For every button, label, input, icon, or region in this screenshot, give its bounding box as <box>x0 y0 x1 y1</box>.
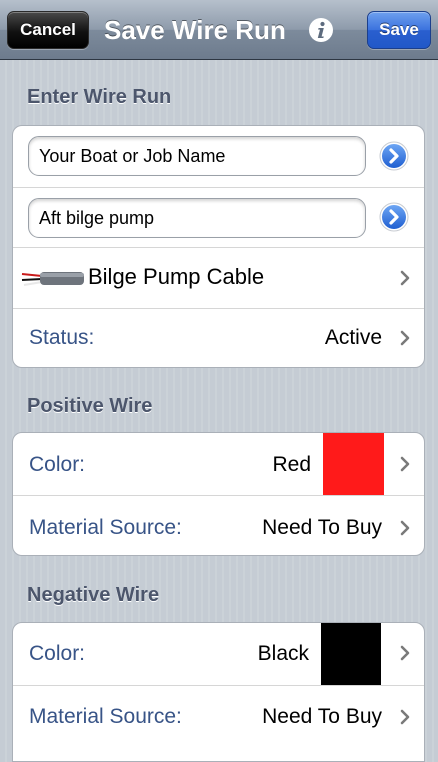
status-label: Status: <box>29 326 95 349</box>
run-name-field[interactable]: Aft bilge pump <box>28 198 366 238</box>
status-row[interactable]: Status: Active <box>13 308 424 367</box>
positive-color-row[interactable]: Color: Red <box>13 433 424 495</box>
positive-material-row[interactable]: Material Source: Need To Buy <box>13 495 424 555</box>
chevron-right-icon <box>400 330 410 346</box>
cable-icon <box>21 272 84 286</box>
positive-material-label: Material Source: <box>29 516 182 539</box>
negative-color-swatch <box>321 623 381 685</box>
section-header-negative-wire: Negative Wire <box>27 584 160 606</box>
positive-color-label: Color: <box>29 453 86 476</box>
navigation-bar: Cancel Save Wire Run Save <box>0 0 438 60</box>
negative-material-row[interactable]: Material Source: Need To Buy <box>13 685 424 747</box>
detail-disclosure-icon[interactable] <box>379 202 409 232</box>
page-title: Save Wire Run <box>104 15 286 45</box>
positive-color-swatch <box>323 433 384 495</box>
status-value: Active <box>324 326 382 349</box>
job-name-row: Your Boat or Job Name <box>13 126 424 187</box>
info-icon[interactable] <box>308 17 334 43</box>
cable-type-label: Bilge Pump Cable <box>88 264 265 289</box>
chevron-right-icon <box>400 709 410 725</box>
chevron-right-icon <box>400 270 410 286</box>
section-header-enter-wire-run: Enter Wire Run <box>27 86 172 108</box>
job-name-field[interactable]: Your Boat or Job Name <box>28 136 366 176</box>
positive-material-value: Need To Buy <box>262 516 382 539</box>
chevron-right-icon <box>400 645 410 661</box>
save-button[interactable]: Save <box>367 11 431 49</box>
positive-wire-group: Color: Red Material Source: Need To Buy <box>12 432 425 556</box>
enter-wire-run-group: Your Boat or Job Name Aft bilge pump Bil… <box>12 125 425 368</box>
detail-disclosure-icon[interactable] <box>379 141 409 171</box>
negative-color-label: Color: <box>29 642 86 665</box>
chevron-right-icon <box>400 520 410 536</box>
positive-color-value: Red <box>272 453 311 476</box>
cancel-button[interactable]: Cancel <box>7 11 89 49</box>
negative-material-label: Material Source: <box>29 705 182 728</box>
negative-wire-group: Color: Black Material Source: Need To Bu… <box>12 622 425 762</box>
negative-color-value: Black <box>257 642 309 665</box>
negative-material-value: Need To Buy <box>262 705 382 728</box>
run-name-row: Aft bilge pump <box>13 187 424 247</box>
cable-row[interactable]: Bilge Pump Cable <box>13 247 424 308</box>
negative-color-row[interactable]: Color: Black <box>13 623 424 685</box>
chevron-right-icon <box>400 456 410 472</box>
section-header-positive-wire: Positive Wire <box>27 395 153 417</box>
